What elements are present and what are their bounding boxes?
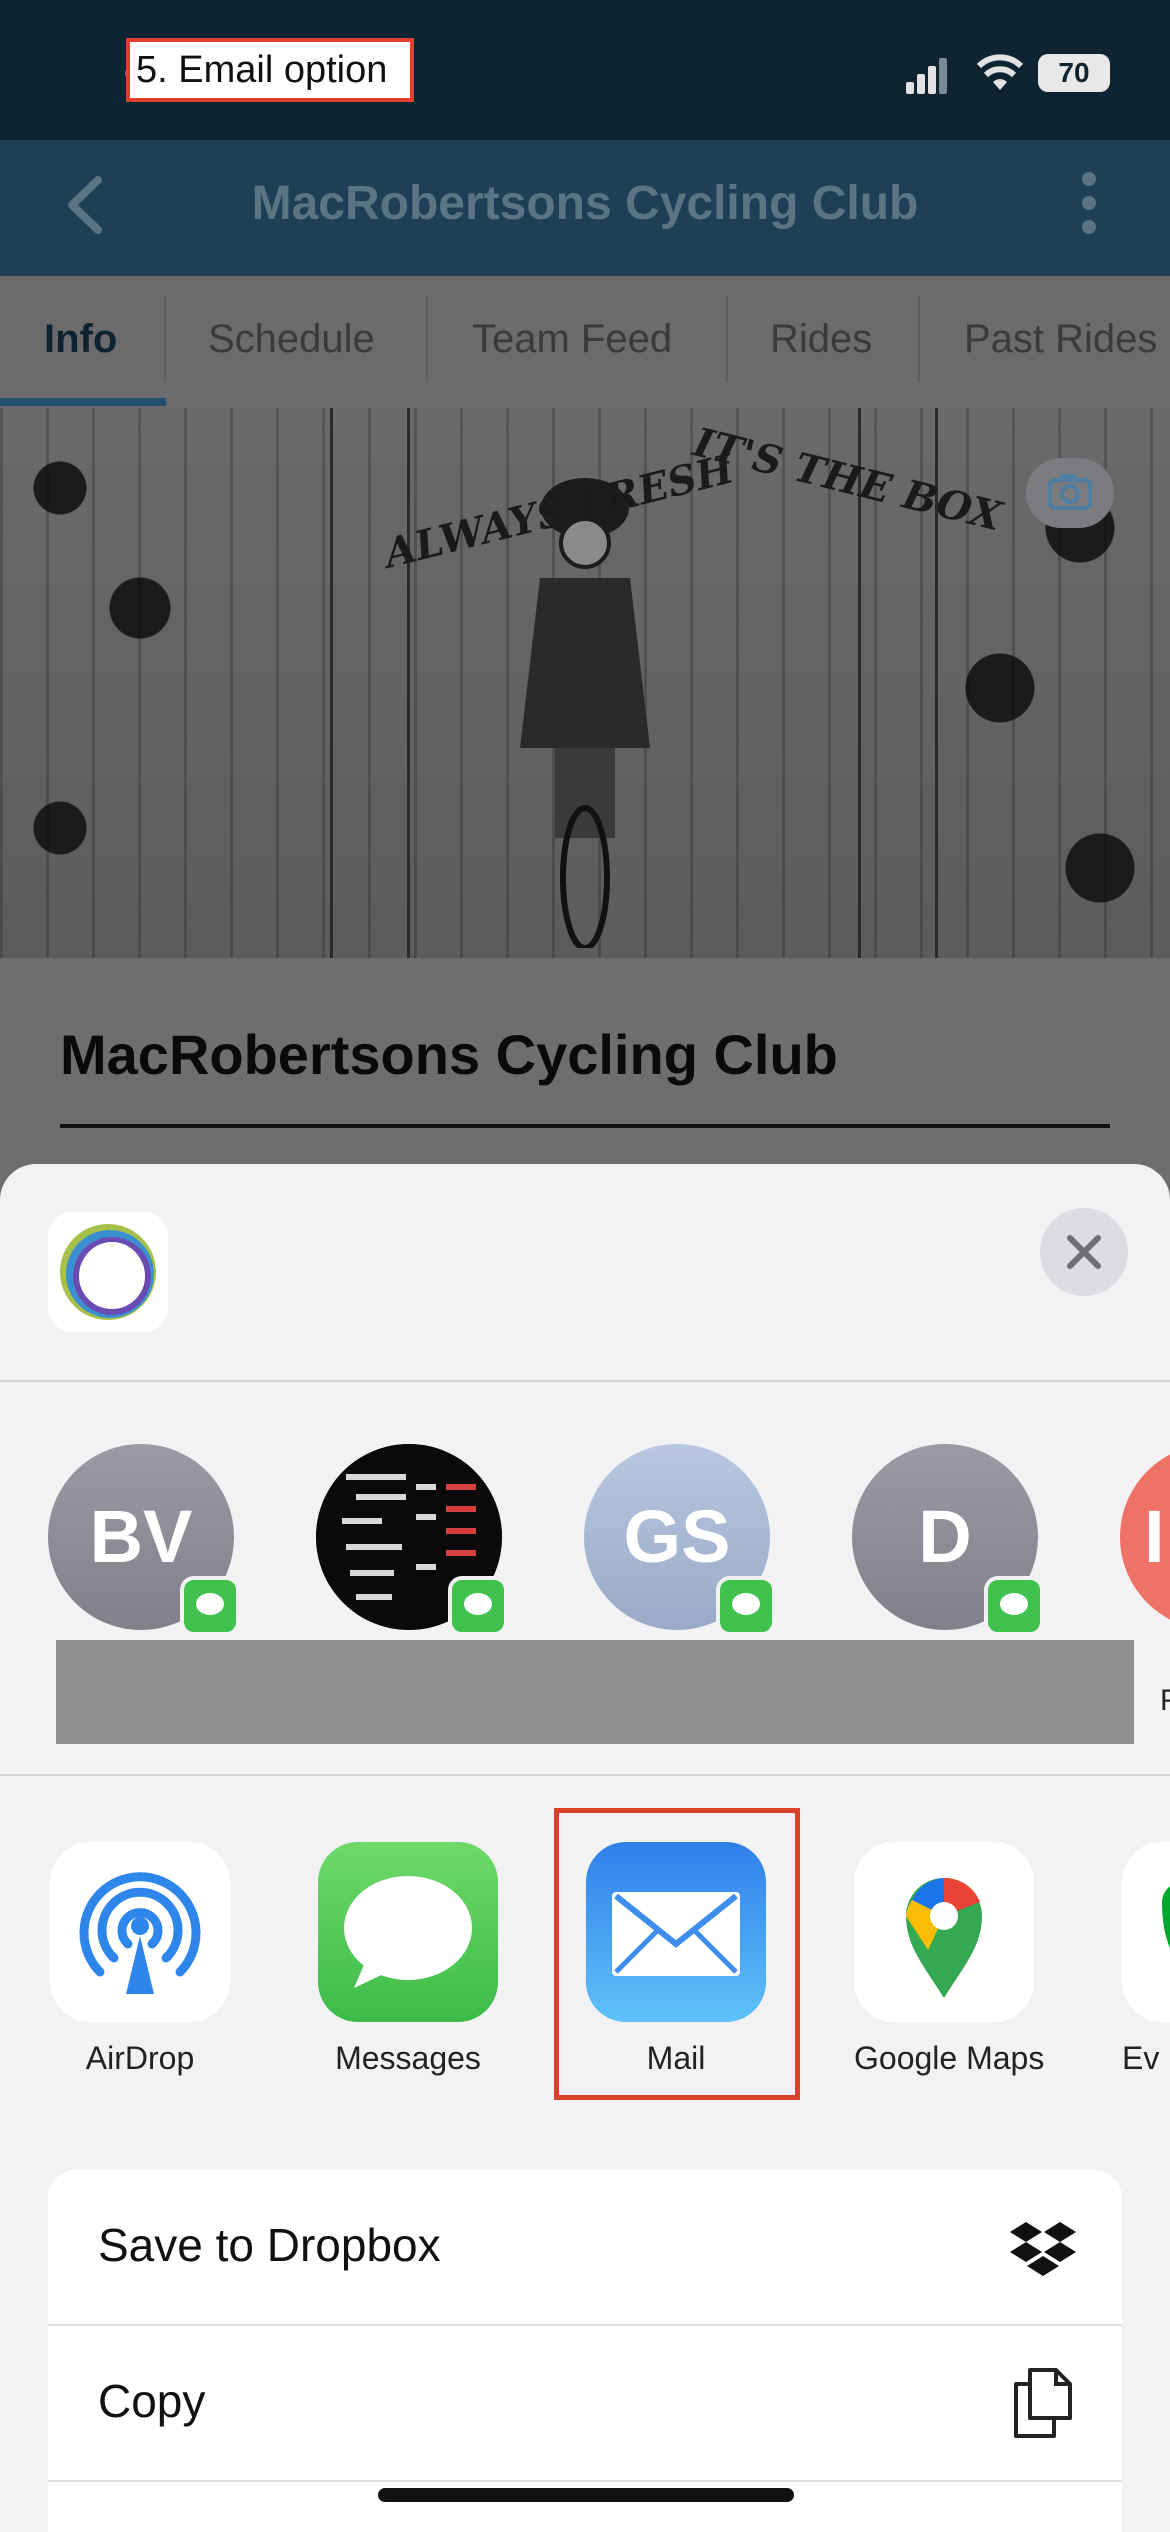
- active-tab-indicator: [0, 398, 166, 406]
- home-indicator: [378, 2488, 794, 2502]
- tab-schedule[interactable]: Schedule: [208, 276, 375, 402]
- more-options-icon[interactable]: [1074, 172, 1104, 238]
- tab-rides[interactable]: Rides: [770, 276, 872, 402]
- camera-button[interactable]: [1026, 458, 1114, 528]
- contact-avatar[interactable]: I: [1120, 1444, 1170, 1630]
- share-actions-list: Save to Dropbox Copy: [48, 2170, 1122, 2532]
- messages-share-option[interactable]: Messages: [318, 1842, 498, 2077]
- tab-past-rides[interactable]: Past Rides: [964, 276, 1157, 402]
- share-sheet: BV GS D I F AirDrop Messages Mail Google…: [0, 1164, 1170, 2532]
- page-title: MacRobertsons Cycling Club: [251, 177, 919, 230]
- club-cover-image: ALWAYS FRESH IT'S THE BOX: [0, 408, 1170, 958]
- airdrop-share-option[interactable]: AirDrop: [50, 1842, 230, 2077]
- messages-badge-icon: [984, 1576, 1044, 1636]
- messages-badge-icon: [180, 1576, 240, 1636]
- tab-bar: Info Schedule Team Feed Rides Past Rides: [0, 276, 1170, 408]
- evernote-icon: [1122, 1842, 1170, 2022]
- redacted-contact-names: [56, 1640, 1134, 1744]
- close-icon: [1067, 1235, 1101, 1269]
- save-to-dropbox-label: Save to Dropbox: [98, 2219, 441, 2271]
- dropbox-icon: [1010, 2222, 1076, 2276]
- airdrop-label: AirDrop: [85, 2040, 195, 2076]
- divider: [0, 1774, 1170, 1776]
- annotation-label: 5. Email option: [126, 38, 414, 102]
- mail-highlight-annotation: [554, 1808, 800, 2100]
- google-maps-share-option[interactable]: Google Maps: [854, 1842, 1045, 2077]
- copy-icon: [1014, 2368, 1072, 2438]
- club-name: MacRobertsons Cycling Club: [60, 1023, 838, 1086]
- divider: [60, 1124, 1110, 1128]
- app-logo-icon: [48, 1212, 168, 1332]
- battery-icon: 70: [1038, 54, 1110, 92]
- google-maps-label: Google Maps: [854, 2040, 1045, 2076]
- close-button[interactable]: [1040, 1208, 1128, 1296]
- messages-badge-icon: [716, 1576, 776, 1636]
- save-to-dropbox-action[interactable]: Save to Dropbox: [48, 2170, 1122, 2326]
- copy-label: Copy: [98, 2375, 206, 2427]
- tab-info[interactable]: Info: [44, 276, 117, 402]
- evernote-label: Ev: [1122, 2040, 1160, 2076]
- messages-badge-icon: [448, 1576, 508, 1636]
- camera-icon: [1048, 474, 1092, 510]
- divider: [0, 1380, 1170, 1382]
- hero-slogan-right: IT'S THE BOX: [688, 418, 1007, 541]
- messages-icon: [318, 1842, 498, 2022]
- airdrop-icon: [50, 1842, 230, 2022]
- tab-team-feed[interactable]: Team Feed: [472, 276, 672, 402]
- cellular-signal-icon: [906, 58, 948, 94]
- evernote-share-option[interactable]: Ev: [1122, 1842, 1170, 2077]
- google-maps-icon: [854, 1842, 1034, 2022]
- truncated-contact-name: F: [1160, 1684, 1170, 1717]
- copy-action[interactable]: Copy: [48, 2326, 1122, 2482]
- messages-label: Messages: [335, 2040, 481, 2076]
- wifi-icon: [976, 54, 1024, 90]
